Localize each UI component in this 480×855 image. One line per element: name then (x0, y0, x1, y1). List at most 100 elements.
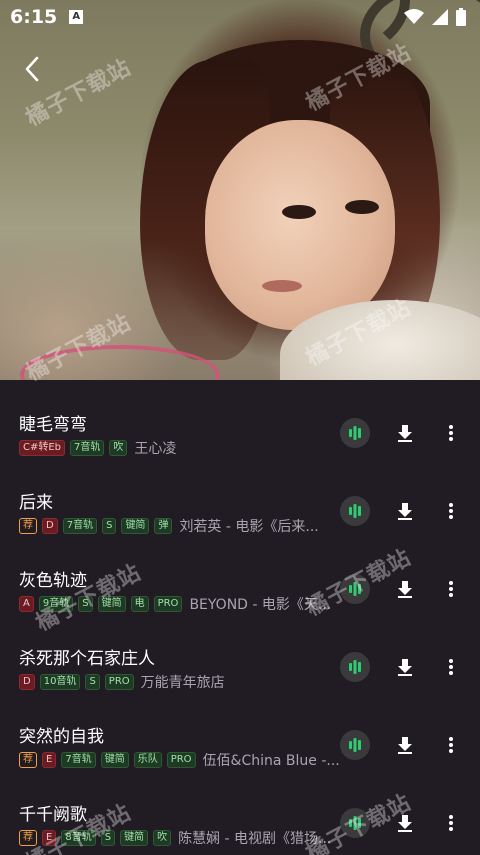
more-options-button[interactable] (440, 422, 462, 444)
audio-wave-icon (349, 738, 361, 752)
more-vertical-icon (449, 815, 453, 831)
song-title: 杀死那个石家庄人 (19, 649, 155, 669)
song-artist: 王心凌 (134, 441, 177, 457)
song-tags: 荐 D 7音轨 S 键简弹刘若英 - 电影《后来... (19, 516, 319, 536)
more-options-button[interactable] (440, 734, 462, 756)
face-shape (205, 120, 395, 330)
song-tag: S (102, 518, 117, 534)
lip-shape (262, 280, 302, 292)
song-tag: 10音轨 (39, 674, 81, 690)
song-tag: S (100, 830, 116, 846)
more-vertical-icon (449, 737, 453, 753)
song-row[interactable]: 突然的自我荐 E 7音轨 键简 乐队 PRO 伍佰&China Blue -... (0, 692, 480, 770)
chevron-left-icon (25, 56, 39, 82)
download-button[interactable] (394, 734, 416, 756)
song-tags: A 9音轨 S 键简电 PRO BEYOND - 电影《天... (19, 594, 331, 614)
status-time: 6:15 (10, 6, 58, 28)
audio-wave-icon (349, 582, 361, 596)
song-row[interactable]: 睫毛弯弯 C#转Eb 7音轨吹王心凌 (0, 380, 480, 458)
eye-shape (345, 200, 379, 214)
preview-play-button[interactable] (340, 496, 370, 526)
preview-play-button[interactable] (340, 418, 370, 448)
song-tags: 荐 E 8音轨 S 键简吹陈慧娴 - 电视剧《猎场... (19, 828, 331, 848)
song-tags: 荐 E 7音轨 键简 乐队 PRO 伍佰&China Blue -... (19, 750, 340, 770)
song-row[interactable]: 千千阙歌荐 E 8音轨 S 键简吹陈慧娴 - 电视剧《猎场... (0, 770, 480, 848)
download-icon (398, 425, 412, 442)
download-icon (398, 581, 412, 598)
song-tag: 7音轨 (70, 440, 105, 456)
song-artist: 刘若英 - 电影《后来... (179, 519, 319, 535)
audio-wave-icon (349, 426, 361, 440)
song-tag: 弹 (154, 518, 173, 534)
preview-play-button[interactable] (340, 808, 370, 838)
song-tag: S (85, 674, 100, 690)
song-tag: 9音轨 (38, 596, 74, 612)
song-tag: 荐 (19, 830, 37, 846)
song-artist: 万能青年旅店 (140, 675, 225, 691)
album-cover-image (0, 0, 480, 380)
more-vertical-icon (449, 659, 453, 675)
song-title: 后来 (19, 493, 53, 513)
download-icon (398, 737, 412, 754)
song-tag: A (19, 596, 34, 612)
song-tag: PRO (104, 674, 134, 690)
song-row[interactable]: 杀死那个石家庄人 D 10音轨 S PRO 万能青年旅店 (0, 614, 480, 692)
song-tag: 键简 (120, 830, 149, 846)
song-tag: C#转Eb (19, 440, 66, 456)
song-tag: 荐 (19, 518, 37, 534)
song-tag: 电 (130, 596, 149, 612)
more-options-button[interactable] (440, 812, 462, 834)
wifi-icon (404, 9, 424, 24)
song-artist: 伍佰&China Blue -... (202, 753, 340, 769)
signal-icon (432, 9, 448, 25)
song-list: 睫毛弯弯 C#转Eb 7音轨吹王心凌 后来荐 D 7音轨 S 键简弹刘若英 - 电影《后来..… (0, 380, 480, 855)
battery-icon (456, 8, 466, 26)
song-row[interactable]: 灰色轨迹 A 9音轨 S 键简电 PRO BEYOND - 电影《天... (0, 536, 480, 614)
download-button[interactable] (394, 656, 416, 678)
song-tag: PRO (166, 752, 196, 768)
preview-play-button[interactable] (340, 652, 370, 682)
song-row[interactable]: 后来荐 D 7音轨 S 键简弹刘若英 - 电影《后来... (0, 458, 480, 536)
song-tags: C#转Eb 7音轨吹王心凌 (19, 438, 176, 458)
song-tag: 7音轨 (61, 752, 96, 768)
more-options-button[interactable] (440, 578, 462, 600)
download-button[interactable] (394, 812, 416, 834)
preview-play-button[interactable] (340, 730, 370, 760)
song-title: 睫毛弯弯 (19, 415, 87, 435)
song-title: 千千阙歌 (19, 805, 87, 825)
song-tag: S (78, 596, 93, 612)
download-icon (398, 815, 412, 832)
song-tag: 吹 (153, 830, 172, 846)
song-tag: 8音轨 (61, 830, 96, 846)
song-tag: 吹 (109, 440, 128, 456)
preview-play-button[interactable] (340, 574, 370, 604)
notification-icon: A (69, 10, 84, 24)
more-vertical-icon (449, 503, 453, 519)
status-bar: 6:15 A (0, 0, 480, 34)
audio-wave-icon (349, 660, 361, 674)
audio-wave-icon (349, 504, 361, 518)
song-tag: 键简 (100, 752, 129, 768)
download-button[interactable] (394, 422, 416, 444)
song-tag: E (42, 752, 57, 768)
more-options-button[interactable] (440, 656, 462, 678)
more-options-button[interactable] (440, 500, 462, 522)
song-tag: PRO (153, 596, 183, 612)
song-title: 灰色轨迹 (19, 571, 87, 591)
eye-shape (282, 205, 316, 219)
back-button[interactable] (16, 52, 50, 86)
download-button[interactable] (394, 500, 416, 522)
song-tag: D (19, 674, 35, 690)
song-artist: BEYOND - 电影《天... (189, 597, 332, 613)
download-icon (398, 659, 412, 676)
song-tags: D 10音轨 S PRO 万能青年旅店 (19, 672, 225, 692)
song-title: 突然的自我 (19, 727, 104, 747)
audio-wave-icon (349, 816, 361, 830)
more-vertical-icon (449, 425, 453, 441)
more-vertical-icon (449, 581, 453, 597)
song-tag: 7音轨 (62, 518, 98, 534)
download-button[interactable] (394, 578, 416, 600)
song-tag: E (42, 830, 57, 846)
download-icon (398, 503, 412, 520)
song-tag: 乐队 (133, 752, 162, 768)
